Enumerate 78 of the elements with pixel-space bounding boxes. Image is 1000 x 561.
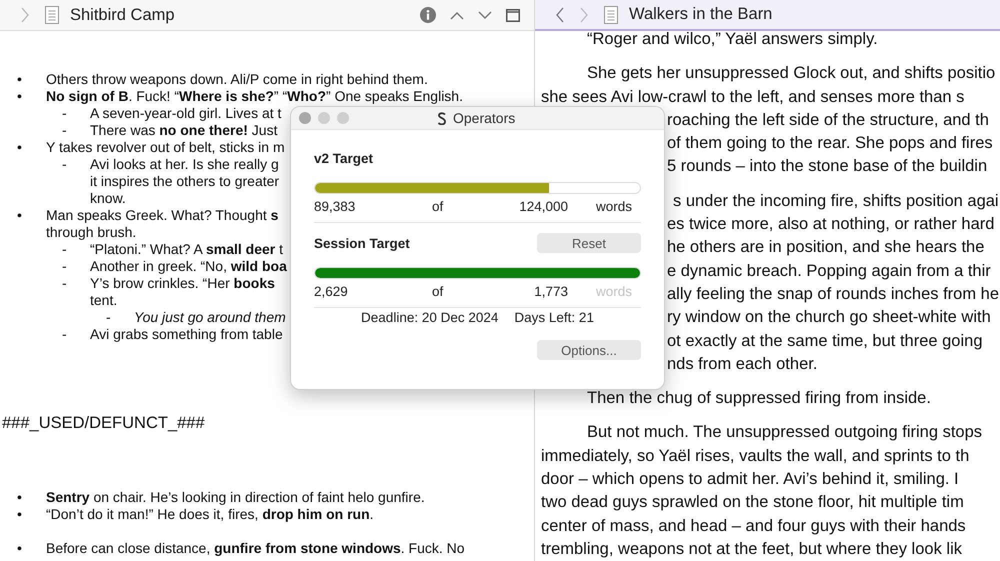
list-item-text: “Don’t do it man!” He does it, fires, drop him on run.	[46, 506, 374, 523]
list-item-text: Man speaks Greek. What? Thought s through brush.	[46, 207, 278, 241]
word-count: 2,629	[314, 283, 349, 301]
chevron-down-icon[interactable]	[478, 10, 492, 20]
back-icon[interactable]	[555, 6, 565, 22]
list-item-text: Y’s brow crinkles. “Her books tent.	[90, 275, 275, 309]
bullet-marker: •	[17, 139, 23, 156]
list-item-text: There was no one there! Just	[90, 122, 278, 139]
list-item-text: “Platoni.” What? A small deer t	[90, 241, 283, 258]
text-line: e dynamic breach. Popping again from a thir	[667, 262, 991, 280]
list-item-text: Before can close distance, gunfire from stone windows. Fuck. No	[46, 540, 465, 557]
text-line: Then the chug of suppressed firing from inside.	[587, 389, 931, 408]
word-goal: 124,000	[518, 198, 568, 216]
text-line: immediately, so Yaël rises, vaults the wall, and sprints to th	[541, 446, 970, 465]
bullet-marker: •	[17, 506, 23, 523]
document-icon	[44, 5, 60, 25]
list-item-text: Sentry on chair. He’s looking in direction of faint helo gunfire.	[46, 489, 425, 506]
dash-marker: -	[62, 156, 68, 174]
list-item-text: Another in greek. “No, wild boa	[90, 258, 287, 275]
text-line: door – which opens to admit her. Avi’s behind it, smiling. I	[541, 470, 959, 488]
dash-marker: -	[106, 309, 112, 326]
dash-marker: -	[62, 241, 68, 258]
document-title: Shitbird Camp	[70, 6, 175, 24]
list-item-text: You just go around them	[134, 309, 286, 326]
list-item-text: Others throw weapons down. Ali/P come in right behind them.	[46, 71, 428, 88]
text-line: two dead guys sprawled on the stone floor, hit multiple tim	[541, 493, 964, 512]
word-goal: 1,773	[533, 283, 568, 301]
window-title: Operators	[453, 110, 516, 126]
bullet-marker: •	[17, 207, 23, 225]
dash-marker: -	[62, 326, 68, 343]
reset-button[interactable]: Reset	[537, 233, 641, 253]
dash-marker: -	[62, 122, 68, 139]
text-line: nds from each other.	[667, 354, 818, 373]
of-label: of	[432, 198, 444, 216]
list-item-text: Y takes revolver out of belt, sticks in m	[46, 139, 285, 156]
list-item-text: Avi grabs something from table	[90, 326, 283, 343]
info-icon[interactable]	[420, 7, 436, 23]
list-item-text: No sign of B. Fuck! “Where is she?” “Who?” One speaks English.	[46, 88, 463, 105]
of-label: of	[432, 283, 444, 301]
document-title: Walkers in the Barn	[629, 5, 772, 24]
dash-marker: -	[62, 275, 68, 293]
chevron-up-icon[interactable]	[450, 10, 464, 20]
text-line: “Roger and wilco,” Yaël answers simply.	[587, 30, 878, 48]
text-line: s under the incoming fire, shifts position agai	[673, 192, 999, 210]
deadline-label: Deadline: 20 Dec 2024	[361, 310, 498, 325]
text-line: center of mass, and head – and four guys with their hands	[541, 516, 966, 535]
unit-label: words	[596, 198, 632, 216]
target-title: v2 Target	[314, 150, 374, 166]
bullet-marker: •	[17, 540, 23, 557]
options-button[interactable]: Options...	[537, 340, 641, 360]
unit-label: words	[596, 283, 632, 301]
bullet-marker: •	[17, 489, 23, 506]
app-logo-icon	[437, 112, 447, 124]
text-line: trembling, weapons not at the feet, but where they look lik	[541, 540, 962, 558]
text-line: 5 rounds – into the stone base of the buildin	[667, 157, 988, 176]
window-icon[interactable]	[506, 8, 520, 22]
text-line: ally feeling the snap of rounds inches from he	[667, 284, 1000, 303]
text-line: she sees Avi low-crawl to the left, and senses more than s	[541, 88, 964, 106]
text-line: ot exactly at the same time, but three going	[667, 332, 983, 350]
list-item-text: Avi looks at her. Is she really g it inspires the others to greater know.	[90, 156, 280, 207]
bullet-marker: •	[17, 88, 23, 105]
dash-marker: -	[62, 258, 68, 275]
text-line: She gets her unsuppressed Glock out, and shifts positio	[587, 64, 996, 82]
target-title: Session Target	[314, 236, 410, 250]
window-close-button[interactable]	[299, 112, 311, 124]
text-line: es twice more, also at nothing, or rather hard	[667, 215, 994, 234]
text-line: of them going to the rear. She pops and fires	[667, 134, 993, 152]
section-heading: ###_USED/DEFUNCT_###	[2, 413, 206, 433]
text-line: roaching the left side of the structure, and th	[667, 110, 989, 129]
word-count: 89,383	[314, 198, 356, 216]
text-line: he others are in position, and she hears the	[667, 238, 984, 256]
dash-marker: -	[62, 105, 68, 122]
list-item-text: A seven-year-old girl. Lives at t	[90, 105, 282, 122]
days-left-label: Days Left: 21	[514, 310, 594, 325]
text-line: ry window on the church go sheet-white with	[667, 308, 991, 326]
bullet-marker: •	[17, 71, 23, 88]
document-icon	[603, 4, 619, 24]
text-line: But not much. The unsuppressed outgoing firing stops	[587, 423, 982, 442]
